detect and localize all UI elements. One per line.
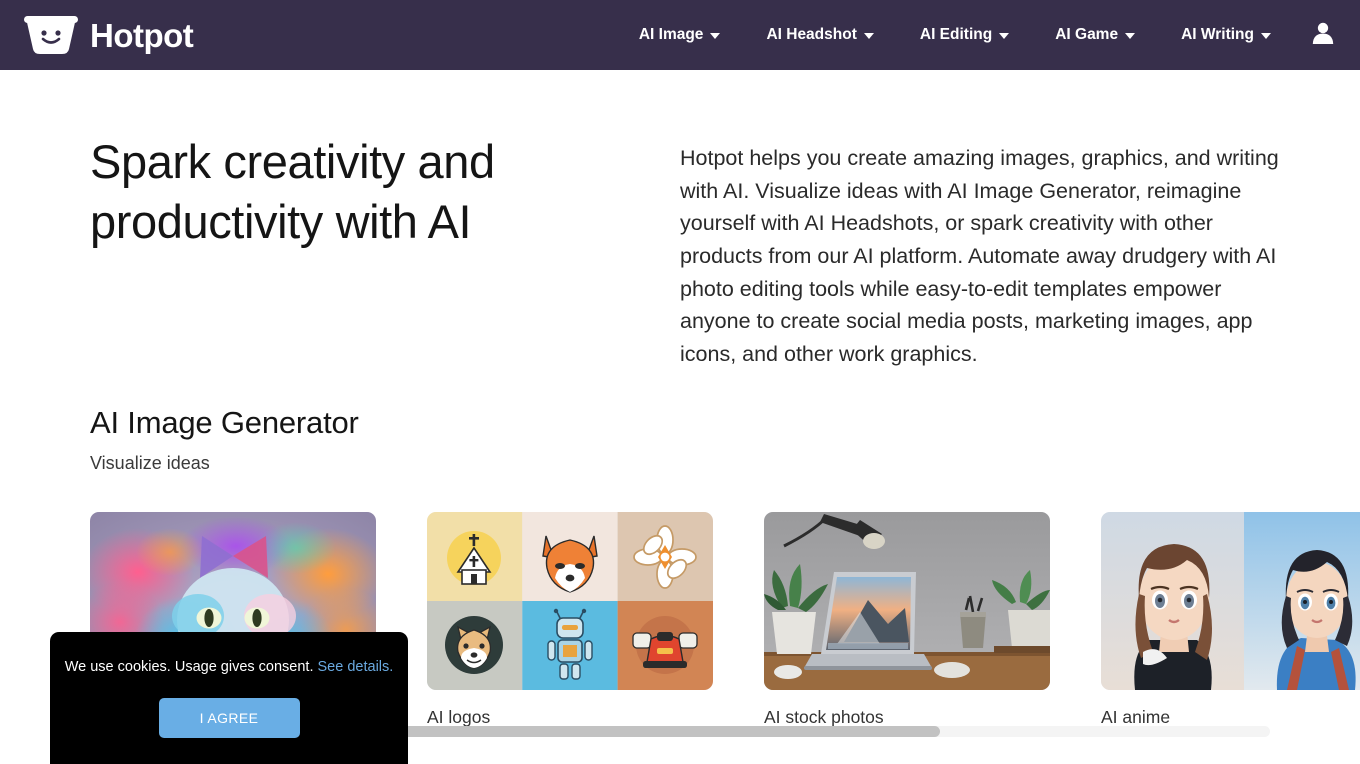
- user-person-icon: [1312, 21, 1334, 50]
- hotpot-smiley-pot-icon: [22, 13, 80, 57]
- nav-item-ai-editing[interactable]: AI Editing: [897, 16, 1032, 54]
- section-subtitle: Visualize ideas: [90, 453, 210, 473]
- nav-item-ai-writing[interactable]: AI Writing: [1158, 16, 1294, 54]
- hero-right-column: Hotpot helps you create amazing images, …: [680, 132, 1280, 371]
- main-navigation: AI Image AI Headshot AI Editing AI Game …: [616, 12, 1360, 58]
- chevron-down-icon: [999, 33, 1010, 39]
- cookie-consent-banner: We use cookies. Usage gives consent. See…: [50, 632, 408, 764]
- brand-name: Hotpot: [90, 16, 194, 54]
- nav-label: AI Editing: [919, 26, 993, 43]
- nav-label: AI Headshot: [766, 26, 857, 43]
- site-header: Hotpot AI Image AI Headshot AI Editing A…: [0, 0, 1360, 70]
- nav-item-ai-game[interactable]: AI Game: [1032, 16, 1158, 54]
- nav-label: AI Writing: [1181, 26, 1254, 43]
- cookie-agree-button[interactable]: I AGREE: [158, 698, 300, 738]
- anime-girls-image: [1101, 512, 1360, 690]
- chevron-down-icon: [863, 33, 874, 39]
- chevron-down-icon: [710, 33, 721, 39]
- section-title: AI Image Generator: [90, 405, 359, 440]
- nav-label: AI Game: [1055, 26, 1119, 43]
- card-label: AI logos: [427, 707, 491, 727]
- chevron-down-icon: [1261, 33, 1271, 39]
- card-ai-logos[interactable]: AI logos: [427, 512, 713, 728]
- card-ai-anime[interactable]: AI anime: [1101, 512, 1360, 728]
- card-ai-stock-photos[interactable]: AI stock photos: [764, 512, 1050, 728]
- nav-item-ai-headshot[interactable]: AI Headshot: [743, 16, 896, 54]
- card-label: AI anime: [1101, 707, 1171, 727]
- cookie-details-link[interactable]: See details.: [318, 659, 394, 675]
- logo-grid-image: [427, 512, 713, 690]
- card-label: AI stock photos: [764, 707, 884, 727]
- hero-left-column: Spark creativity and productivity with A…: [90, 132, 590, 252]
- nav-item-ai-image[interactable]: AI Image: [616, 16, 744, 54]
- account-button[interactable]: [1300, 12, 1346, 58]
- page-title: Spark creativity and productivity with A…: [90, 135, 495, 249]
- hero-description: Hotpot helps you create amazing images, …: [680, 146, 1279, 367]
- cookie-message: We use cookies. Usage gives consent. See…: [65, 659, 394, 675]
- hero-section: Spark creativity and productivity with A…: [0, 70, 1360, 371]
- chevron-down-icon: [1125, 33, 1136, 39]
- ai-image-generator-section: AI Image Generator Visualize ideas: [0, 405, 1360, 474]
- brand-logo-link[interactable]: Hotpot: [22, 13, 194, 57]
- nav-label: AI Image: [638, 26, 704, 43]
- cookie-message-text: We use cookies. Usage gives consent.: [64, 659, 314, 675]
- desk-laptop-photo: [764, 512, 1050, 690]
